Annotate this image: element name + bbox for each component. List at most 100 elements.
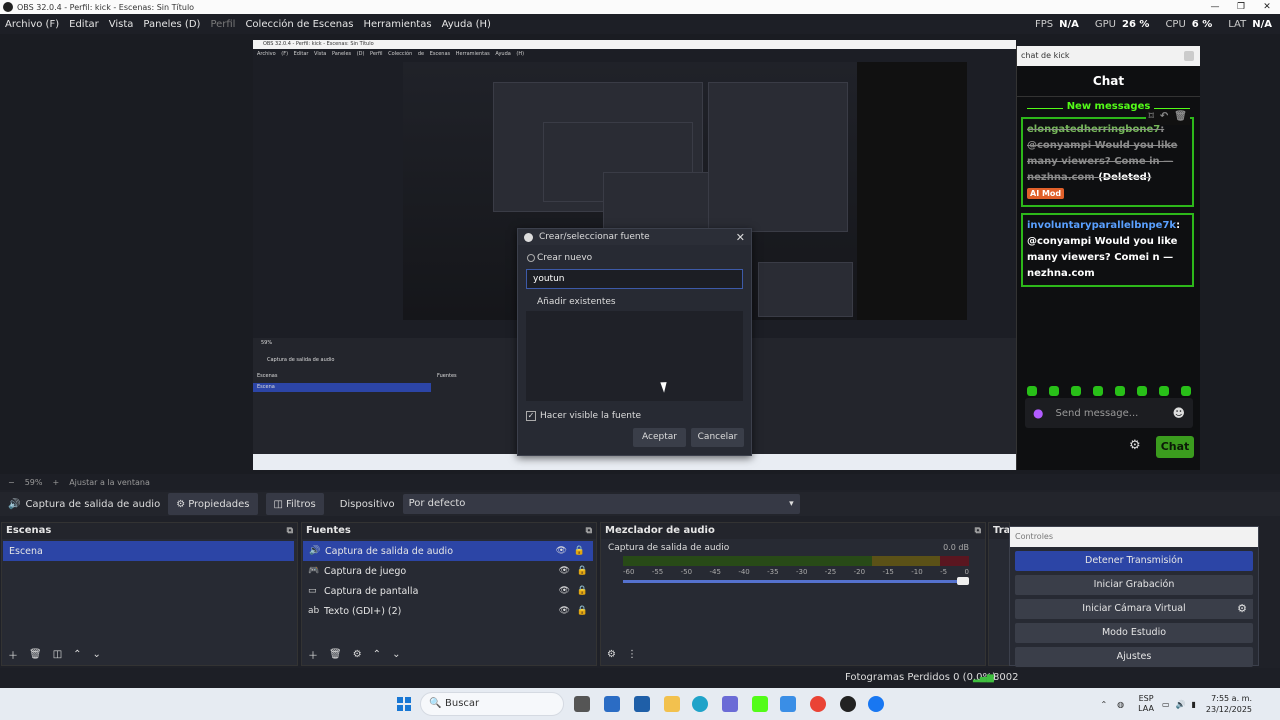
fit-window-button[interactable]: Ajustar a la ventana <box>69 478 150 487</box>
source-item[interactable]: 🔊 Captura de salida de audio 👁 🔒 <box>303 541 593 561</box>
filters-button[interactable]: ◫ Filtros <box>265 493 324 515</box>
close-button[interactable]: ✕ <box>1254 0 1280 14</box>
add-icon[interactable]: ＋ <box>8 647 18 662</box>
battery-icon[interactable]: ▮ <box>1191 700 1195 709</box>
existing-sources-list[interactable] <box>526 311 743 401</box>
start-recording-button[interactable]: Iniciar Grabación <box>1015 575 1253 595</box>
emote-icon[interactable] <box>1115 386 1125 396</box>
eye-icon[interactable]: 👁 <box>559 586 570 596</box>
send-message-input[interactable]: ● Send message... ☻ <box>1025 398 1193 428</box>
windows-start-icon[interactable] <box>397 697 411 711</box>
source-item[interactable]: 🎮 Captura de juego 👁 🔒 <box>302 561 596 581</box>
emote-icon[interactable] <box>1137 386 1147 396</box>
down-icon[interactable]: ⌄ <box>392 649 400 660</box>
taskbar-search[interactable]: 🔍 Buscar <box>420 692 564 716</box>
lock-icon[interactable]: 🔒 <box>577 606 588 616</box>
zoom-in-button[interactable]: + <box>52 478 59 487</box>
edge-icon[interactable] <box>692 696 708 712</box>
lock-icon[interactable]: 🔒 <box>577 586 588 596</box>
add-icon[interactable]: ＋ <box>308 647 318 662</box>
ok-button[interactable]: Aceptar <box>633 428 686 447</box>
trash-icon[interactable]: 🗑 <box>329 649 342 660</box>
undo-icon[interactable]: ↶ <box>1160 109 1168 125</box>
teams-icon[interactable] <box>722 696 738 712</box>
lock-icon[interactable]: 🔒 <box>574 546 585 556</box>
scene-item[interactable]: Escena <box>3 541 294 561</box>
kick-icon[interactable] <box>752 696 768 712</box>
app-icon[interactable] <box>604 696 620 712</box>
source-item[interactable]: ab Texto (GDI+) (2) 👁 🔒 <box>302 601 596 621</box>
maximize-button[interactable]: ❐ <box>1228 0 1254 14</box>
eye-icon[interactable]: 👁 <box>556 546 567 556</box>
language-indicator[interactable]: ESP LAA <box>1138 694 1154 714</box>
cancel-button[interactable]: Cancelar <box>691 428 744 447</box>
up-icon[interactable]: ⌃ <box>373 649 381 660</box>
obs-icon[interactable] <box>840 696 856 712</box>
file-explorer-icon[interactable] <box>664 696 680 712</box>
menu-archivo[interactable]: Archivo (F) <box>0 19 64 30</box>
make-visible-checkbox[interactable]: ✓ Hacer visible la fuente <box>518 411 751 421</box>
emote-icon[interactable] <box>1159 386 1169 396</box>
photos-icon[interactable] <box>780 696 796 712</box>
pin-icon[interactable]: ⌑ <box>1149 109 1154 125</box>
menu-vista[interactable]: Vista <box>104 19 139 30</box>
emote-icon[interactable] <box>1027 386 1037 396</box>
volume-slider[interactable] <box>623 577 969 585</box>
chat-message[interactable]: ⌑ ↶ 🗑 elongatedherringbone7: @conyampi W… <box>1021 109 1194 207</box>
task-view-icon[interactable] <box>574 696 590 712</box>
device-select[interactable]: Por defecto <box>402 494 800 514</box>
menu-coleccion-escenas[interactable]: Colección de Escenas <box>240 19 358 30</box>
clock[interactable]: 7:55 a. m. 23/12/2025 <box>1206 693 1252 715</box>
emote-icon[interactable] <box>1093 386 1103 396</box>
menu-herramientas[interactable]: Herramientas <box>358 19 436 30</box>
trash-icon[interactable]: 🗑 <box>29 649 42 660</box>
source-name-input[interactable]: youtun <box>526 269 743 289</box>
chat-message[interactable]: involuntaryparallelbnpe7k: @conyampi Wou… <box>1021 213 1194 287</box>
studio-mode-button[interactable]: Modo Estudio <box>1015 623 1253 643</box>
stop-streaming-button[interactable]: Detener Transmisión <box>1015 551 1253 571</box>
menu-paneles[interactable]: Paneles (D) <box>138 19 205 30</box>
gear-icon[interactable]: ⚙ <box>353 649 362 660</box>
float-icon[interactable]: ⧉ <box>287 523 293 539</box>
chrome-icon[interactable] <box>810 696 826 712</box>
eye-icon[interactable]: 👁 <box>559 606 570 616</box>
network-tray-icon[interactable]: ◍ <box>1117 700 1124 709</box>
lock-icon[interactable]: 🔒 <box>577 566 588 576</box>
chat-username[interactable]: elongatedherringbone7 <box>1027 124 1160 135</box>
properties-button[interactable]: ⚙ Propiedades <box>168 493 258 515</box>
minimize-button[interactable]: — <box>1202 0 1228 14</box>
emoji-icon[interactable]: ☻ <box>1172 406 1185 420</box>
up-icon[interactable]: ⌃ <box>73 649 81 660</box>
chat-close-icon[interactable] <box>1184 51 1194 61</box>
mic-icon[interactable]: ● <box>1033 406 1043 420</box>
float-icon[interactable]: ⧉ <box>975 523 981 539</box>
dialog-close-icon[interactable]: ✕ <box>736 231 745 244</box>
add-existing-radio[interactable]: Añadir existentes <box>518 297 751 307</box>
eye-icon[interactable]: 👁 <box>559 566 570 576</box>
store-icon[interactable] <box>634 696 650 712</box>
gear-icon[interactable]: ⚙ <box>1231 599 1253 619</box>
chevron-up-icon[interactable]: ⌃ <box>1100 700 1107 709</box>
chat-settings-icon[interactable]: ⚙ <box>1129 438 1141 453</box>
create-new-radio[interactable]: Crear nuevo <box>518 253 751 263</box>
radio-icon[interactable] <box>527 298 535 306</box>
chat-username[interactable]: involuntaryparallelbnpe7k <box>1027 220 1176 231</box>
float-icon[interactable]: ⧉ <box>586 523 592 539</box>
more-icon[interactable]: ⋮ <box>627 649 637 660</box>
zoom-out-button[interactable]: − <box>8 478 15 487</box>
emote-icon[interactable] <box>1181 386 1191 396</box>
radio-icon[interactable] <box>527 254 535 262</box>
source-item[interactable]: ▭ Captura de pantalla 👁 🔒 <box>302 581 596 601</box>
down-icon[interactable]: ⌄ <box>93 649 101 660</box>
mixer-settings-icon[interactable]: ⚙ <box>607 649 616 660</box>
chat-send-button[interactable]: Chat <box>1156 436 1194 458</box>
trash-icon[interactable]: 🗑 <box>1174 109 1187 125</box>
settings-button[interactable]: Ajustes <box>1015 647 1253 667</box>
menu-editar[interactable]: Editar <box>64 19 104 30</box>
facebook-icon[interactable] <box>868 696 884 712</box>
checkbox-icon[interactable]: ✓ <box>526 411 536 421</box>
menu-perfil[interactable]: Perfil <box>205 19 240 30</box>
emote-icon[interactable] <box>1071 386 1081 396</box>
display-icon[interactable]: ▭ <box>1162 700 1170 709</box>
emote-icon[interactable] <box>1049 386 1059 396</box>
